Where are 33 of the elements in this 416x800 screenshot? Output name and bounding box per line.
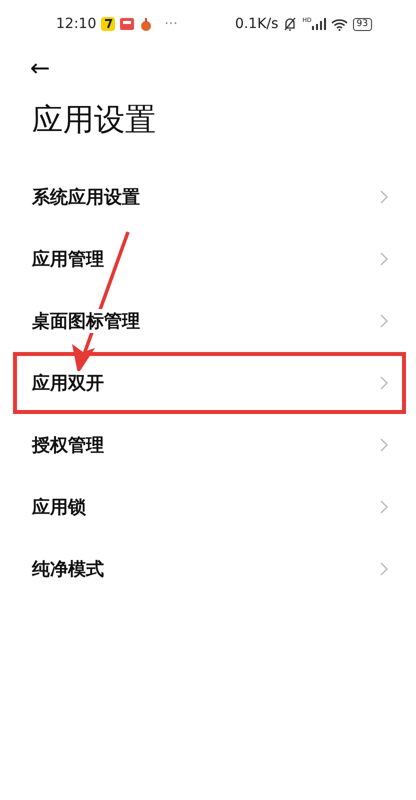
chevron-right-icon	[380, 562, 388, 576]
item-label: 应用双开	[32, 371, 104, 395]
settings-item[interactable]: 系统应用设置	[0, 166, 416, 228]
settings-item[interactable]: 桌面图标管理	[0, 290, 416, 352]
bell-muted-icon	[283, 17, 298, 31]
clock: 12:10	[56, 16, 96, 32]
item-label: 授权管理	[32, 433, 104, 457]
battery-indicator: 93	[352, 18, 372, 30]
chevron-right-icon	[380, 190, 388, 204]
item-label: 应用管理	[32, 247, 104, 271]
settings-item[interactable]: 应用管理	[0, 228, 416, 290]
item-label: 应用锁	[32, 495, 86, 519]
settings-item[interactable]: 应用锁	[0, 476, 416, 538]
item-label: 纯净模式	[32, 557, 104, 581]
settings-item[interactable]: 应用双开	[13, 352, 406, 414]
item-label: 系统应用设置	[32, 185, 140, 209]
chevron-right-icon	[380, 252, 388, 266]
chevron-right-icon	[380, 500, 388, 514]
wifi-icon	[330, 18, 348, 30]
network-speed: 0.1K/s	[234, 16, 278, 32]
app-icon	[120, 18, 134, 30]
more-notifications: ···	[164, 16, 178, 32]
chevron-right-icon	[380, 376, 388, 390]
app-icon	[101, 17, 116, 31]
signal-icon	[312, 18, 326, 30]
page-title: 应用设置	[32, 101, 157, 140]
item-label: 桌面图标管理	[32, 309, 140, 333]
back-button[interactable]: ←	[26, 54, 54, 82]
app-icon	[139, 17, 154, 31]
chevron-right-icon	[380, 438, 388, 452]
chevron-right-icon	[380, 314, 388, 328]
settings-item[interactable]: 授权管理	[0, 414, 416, 476]
settings-item[interactable]: 纯净模式	[0, 538, 416, 600]
